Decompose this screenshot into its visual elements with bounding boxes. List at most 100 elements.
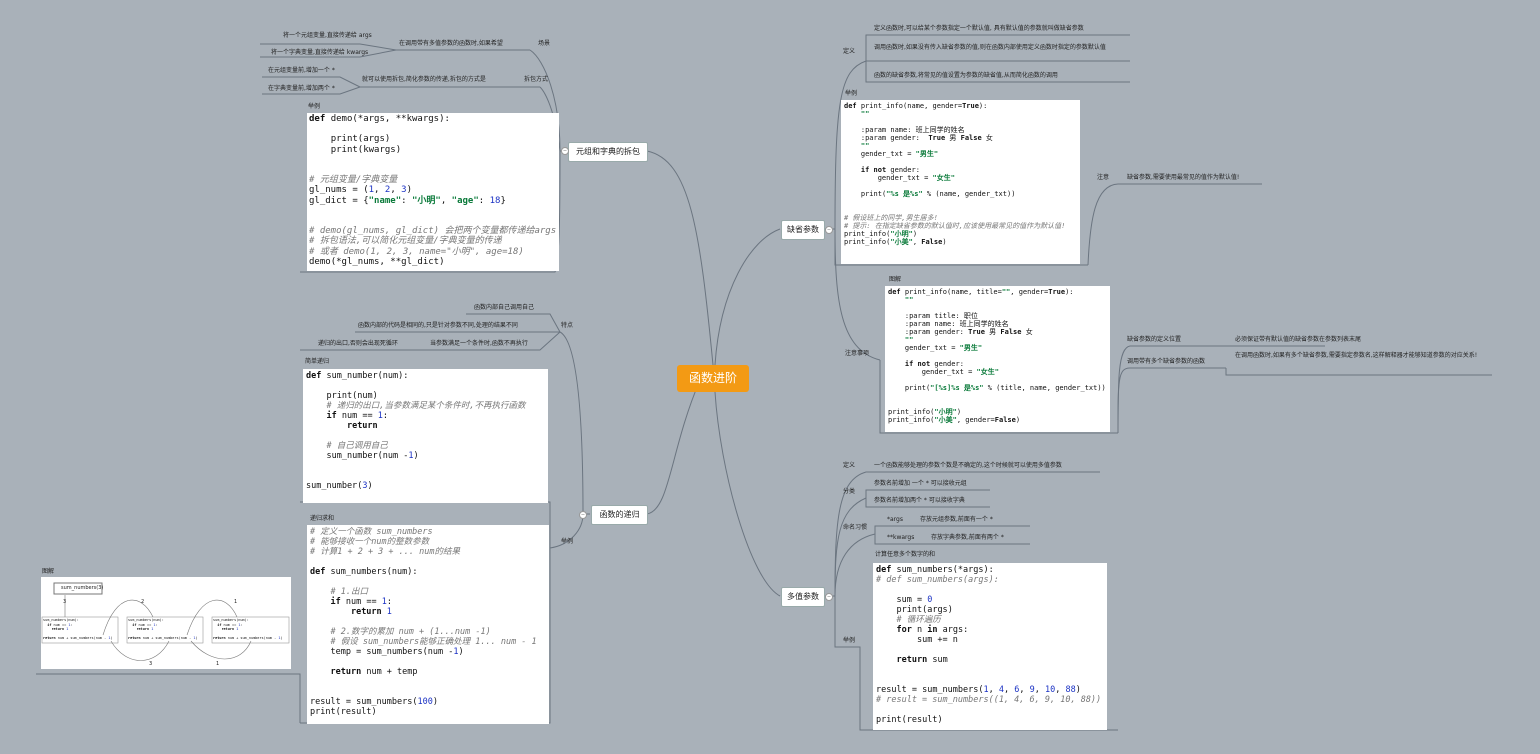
naming-desc: 存放字典参数,前面有两个 * <box>931 534 1004 541</box>
code-line: "" <box>904 336 914 344</box>
code-line: def demo(*args, **kwargs): <box>309 114 450 124</box>
code-line: def print_info(name, title="", gender=Tr… <box>888 288 1074 296</box>
code-line: temp = sum_numbers(num -1) <box>330 647 464 657</box>
code-line: return sum <box>896 655 948 665</box>
method-text: 就可以使用拆包,简化参数的传递,拆包的方式是 <box>362 76 486 83</box>
code-line: # 自己调用自己 <box>326 441 388 451</box>
scene-text: 在调用带有多值参数的函数时,如果希望 <box>399 40 503 47</box>
scene-item: 将一个元组变量,直接传递给 args <box>283 32 372 39</box>
diagram-call-box: sum_numbers(num): if num == 1: return 1 … <box>43 618 117 642</box>
code-line: print_info("小美", False) <box>844 238 947 246</box>
code-line: # demo(gl_nums, gl_dict) 会把两个变量都传递给args <box>309 226 557 237</box>
code-line: def sum_numbers(num): <box>310 567 418 577</box>
topic-var-params[interactable]: 多值参数 <box>781 587 825 607</box>
code-block-unpack: def demo(*args, **kwargs): print(args) p… <box>307 113 559 271</box>
diagram-arc-label: 1 <box>234 599 238 605</box>
code-line: sum = 0 <box>896 595 933 605</box>
code-line: print("[%s]%s 是%s" % (title, name, gende… <box>904 384 1106 392</box>
position-text: 必须保证带有默认值的缺省参数在参数列表末尾 <box>1235 336 1362 343</box>
code-block-default-2: def print_info(name, title="", gender=Tr… <box>885 286 1110 432</box>
code-line: "" <box>860 110 870 118</box>
code-line: gl_nums = (1, 2, 3) <box>309 185 412 196</box>
code-line: # result = sum_numbers((1, 4, 6, 9, 10, … <box>876 695 1102 705</box>
topic-unpack[interactable]: 元组和字典的拆包 <box>568 142 648 162</box>
code-line: result = sum_numbers(1, 4, 6, 9, 10, 88) <box>876 685 1081 695</box>
label-sum: 递归求和 <box>310 515 335 522</box>
code-line: # def sum_numbers(args): <box>876 575 999 585</box>
code-line: if num == 1: <box>330 597 392 607</box>
label-multi: 调用带有多个缺省参数的函数 <box>1127 358 1206 365</box>
label-feature: 特点 <box>561 322 574 329</box>
label-example: 举例 <box>843 637 856 644</box>
diagram-bottom-label: 1 <box>216 661 220 667</box>
label-method: 拆包方式 <box>524 76 549 83</box>
diagram-top-call: sum_numbers(3) <box>61 585 104 591</box>
label-position: 缺省参数的定义位置 <box>1127 336 1182 343</box>
category-item: 参数名前增加两个 * 可以接收字典 <box>874 497 965 504</box>
code-line: gender_txt = "男生" <box>860 150 939 158</box>
code-block-var-params: def sum_numbers(*args): # def sum_numbers… <box>873 563 1107 730</box>
code-block-sum-recursion: # 定义一个函数 sum_numbers # 能够接收一个num的整数参数 # 计算… <box>307 525 549 724</box>
code-line: :param gender: True 男 False 女 <box>888 328 1033 336</box>
label-example: 举例 <box>561 538 574 545</box>
diagram-arc-label: 3 <box>63 599 67 605</box>
code-line: # 假设班上的同学,男生居多! <box>844 214 938 222</box>
code-line: def sum_number(num): <box>306 371 409 381</box>
code-line: # 能够接收一个num的整数参数 <box>310 537 430 547</box>
collapse-toggle[interactable]: − <box>825 226 833 234</box>
code-line: # 元组变量/字典变量 <box>309 175 398 186</box>
label-simple: 简单递归 <box>305 358 330 365</box>
code-line: demo(*gl_nums, **gl_dict) <box>309 256 445 267</box>
method-item: 在元组变量前,增加一个 * <box>268 67 335 74</box>
code-line: :param title: 职位 <box>888 312 978 320</box>
code-line: print_info("小明") <box>844 230 918 238</box>
code-line: print(kwargs) <box>330 144 402 155</box>
topic-default-params[interactable]: 缺省参数 <box>781 220 825 240</box>
code-line: gender_txt = "女生" <box>921 368 999 376</box>
collapse-toggle[interactable]: − <box>561 147 569 155</box>
code-line: "" <box>860 142 870 150</box>
collapse-toggle[interactable]: − <box>825 593 833 601</box>
naming-name: *args <box>887 516 903 523</box>
scene-item: 将一个字典变量,直接传递给 kwargs <box>271 49 369 56</box>
code-line: print("%s 是%s" % (name, gender_txt)) <box>860 190 1016 198</box>
code-line: sum += n <box>916 635 958 645</box>
central-topic[interactable]: 函数进阶 <box>677 365 749 392</box>
diagram-arc-label: 2 <box>141 599 145 605</box>
feature-item: 当参数满足一个条件时,函数不再执行 <box>430 340 528 347</box>
code-line: # 递归的出口,当参数满足某个条件时,不再执行函数 <box>326 401 526 411</box>
code-line: # 提示: 在指定缺省参数的默认值时,应该使用最常见的值作为默认值! <box>844 222 1066 230</box>
topic-recursion[interactable]: 函数的递归 <box>591 505 648 525</box>
label-note: 注意 <box>1097 174 1110 181</box>
code-line: # 拆包语法,可以简化元组变量/字典变量的传递 <box>309 236 502 247</box>
code-line: # 计算1 + 2 + 3 + ... num的结果 <box>310 547 460 557</box>
label-category: 分类 <box>843 488 856 495</box>
code-line: print(args) <box>896 605 953 615</box>
code-line: return 1 <box>350 607 392 617</box>
code-line: print(num) <box>326 391 378 401</box>
code-line: :param name: 班上同学的姓名 <box>844 126 965 134</box>
label-scene: 场景 <box>538 40 551 47</box>
code-line: result = sum_numbers(100) <box>310 697 438 707</box>
code-line: gender_txt = "男生" <box>904 344 983 352</box>
naming-desc: 存放元组参数,前面有一个 * <box>920 516 993 523</box>
collapse-toggle[interactable]: − <box>579 511 587 519</box>
code-line: "" <box>904 296 914 304</box>
